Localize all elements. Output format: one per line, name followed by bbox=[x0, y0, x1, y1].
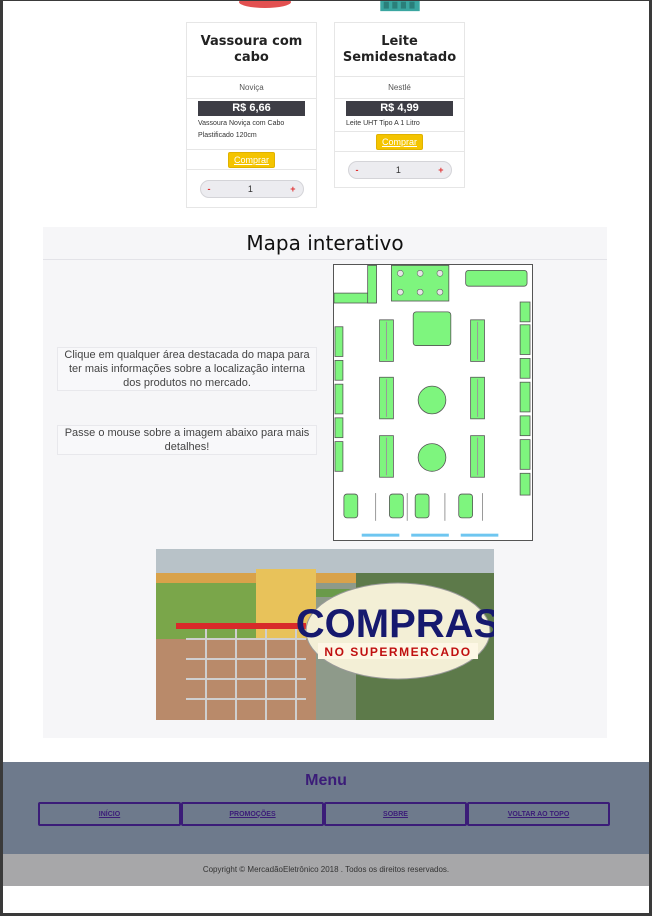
product-description: Leite UHT Tipo A 1 Litro bbox=[346, 120, 420, 127]
banner-title: COMPRAS bbox=[296, 602, 494, 646]
map-area[interactable] bbox=[334, 383, 344, 415]
product-description: Vassoura Noviça com Cabo Plastificado 12… bbox=[198, 120, 285, 139]
map-area[interactable] bbox=[519, 301, 531, 323]
product-name: Vassoura com cabo bbox=[187, 23, 316, 77]
menu-title: Menu bbox=[305, 772, 347, 789]
map-area[interactable] bbox=[389, 493, 404, 519]
copyright: Copyright © MercadãoEletrônico 2018 . To… bbox=[3, 854, 649, 886]
increment-button[interactable]: + bbox=[290, 184, 295, 194]
product-card: Vassoura com cabo Noviça R$ 6,66 Vassour… bbox=[186, 22, 317, 208]
map-area[interactable] bbox=[519, 358, 531, 379]
menu-item-back-to-top[interactable]: VOLTAR AO TOPO bbox=[467, 802, 610, 826]
map-area[interactable] bbox=[343, 493, 359, 519]
product-brand: Nestlé bbox=[335, 77, 464, 99]
product-price: R$ 4,99 bbox=[346, 101, 453, 116]
map-area[interactable] bbox=[417, 385, 447, 415]
map-area[interactable] bbox=[334, 441, 344, 472]
map-area[interactable] bbox=[519, 472, 531, 496]
banner-subtitle: NO SUPERMERCADO bbox=[324, 645, 471, 659]
map-area[interactable] bbox=[519, 415, 531, 437]
decrement-button[interactable]: - bbox=[208, 184, 211, 194]
menu-item-sobre[interactable]: SOBRE bbox=[324, 802, 467, 826]
map-area[interactable] bbox=[519, 324, 531, 355]
map-area[interactable] bbox=[458, 493, 473, 519]
product-name: Leite Semidesnatado bbox=[335, 23, 464, 77]
map-area[interactable] bbox=[519, 439, 531, 470]
footer-menu: Menu INÍCIO PROMOÇÕES SOBRE VOLTAR AO TO… bbox=[3, 762, 649, 854]
broom-product-image bbox=[239, 0, 291, 8]
map-title: Mapa interativo bbox=[43, 227, 607, 260]
milk-product-image bbox=[380, 0, 420, 12]
map-area[interactable] bbox=[334, 360, 344, 381]
map-area[interactable] bbox=[417, 443, 447, 472]
menu-item-inicio[interactable]: INÍCIO bbox=[38, 802, 181, 826]
increment-button[interactable]: + bbox=[438, 165, 443, 175]
quantity-stepper: - 1 + bbox=[347, 160, 452, 179]
product-brand: Noviça bbox=[187, 77, 316, 99]
map-area[interactable] bbox=[414, 493, 430, 519]
quantity-stepper: - 1 + bbox=[199, 179, 304, 198]
menu-item-promocoes[interactable]: PROMOÇÕES bbox=[181, 802, 324, 826]
map-area[interactable] bbox=[465, 269, 528, 287]
map-area[interactable] bbox=[334, 326, 344, 357]
decrement-button[interactable]: - bbox=[356, 165, 359, 175]
map-section: Mapa interativo Clique em qualquer área … bbox=[43, 227, 607, 738]
buy-button[interactable]: Comprar bbox=[375, 133, 423, 150]
buy-button[interactable]: Comprar bbox=[227, 151, 275, 168]
map-area[interactable] bbox=[412, 311, 452, 346]
quantity-value[interactable]: 1 bbox=[248, 184, 253, 194]
product-price: R$ 6,66 bbox=[198, 101, 305, 116]
supermarket-banner-image[interactable]: COMPRAS NO SUPERMERCADO bbox=[156, 549, 494, 720]
quantity-value[interactable]: 1 bbox=[396, 165, 401, 175]
map-click-info: Clique em qualquer área destacada do map… bbox=[57, 347, 317, 391]
map-area[interactable] bbox=[519, 381, 531, 413]
product-card: Leite Semidesnatado Nestlé R$ 4,99 Leite… bbox=[334, 22, 465, 188]
map-hover-info: Passe o mouse sobre a imagem abaixo para… bbox=[57, 425, 317, 455]
store-map bbox=[333, 264, 533, 541]
map-area[interactable] bbox=[334, 417, 344, 439]
map-area[interactable] bbox=[367, 265, 377, 304]
